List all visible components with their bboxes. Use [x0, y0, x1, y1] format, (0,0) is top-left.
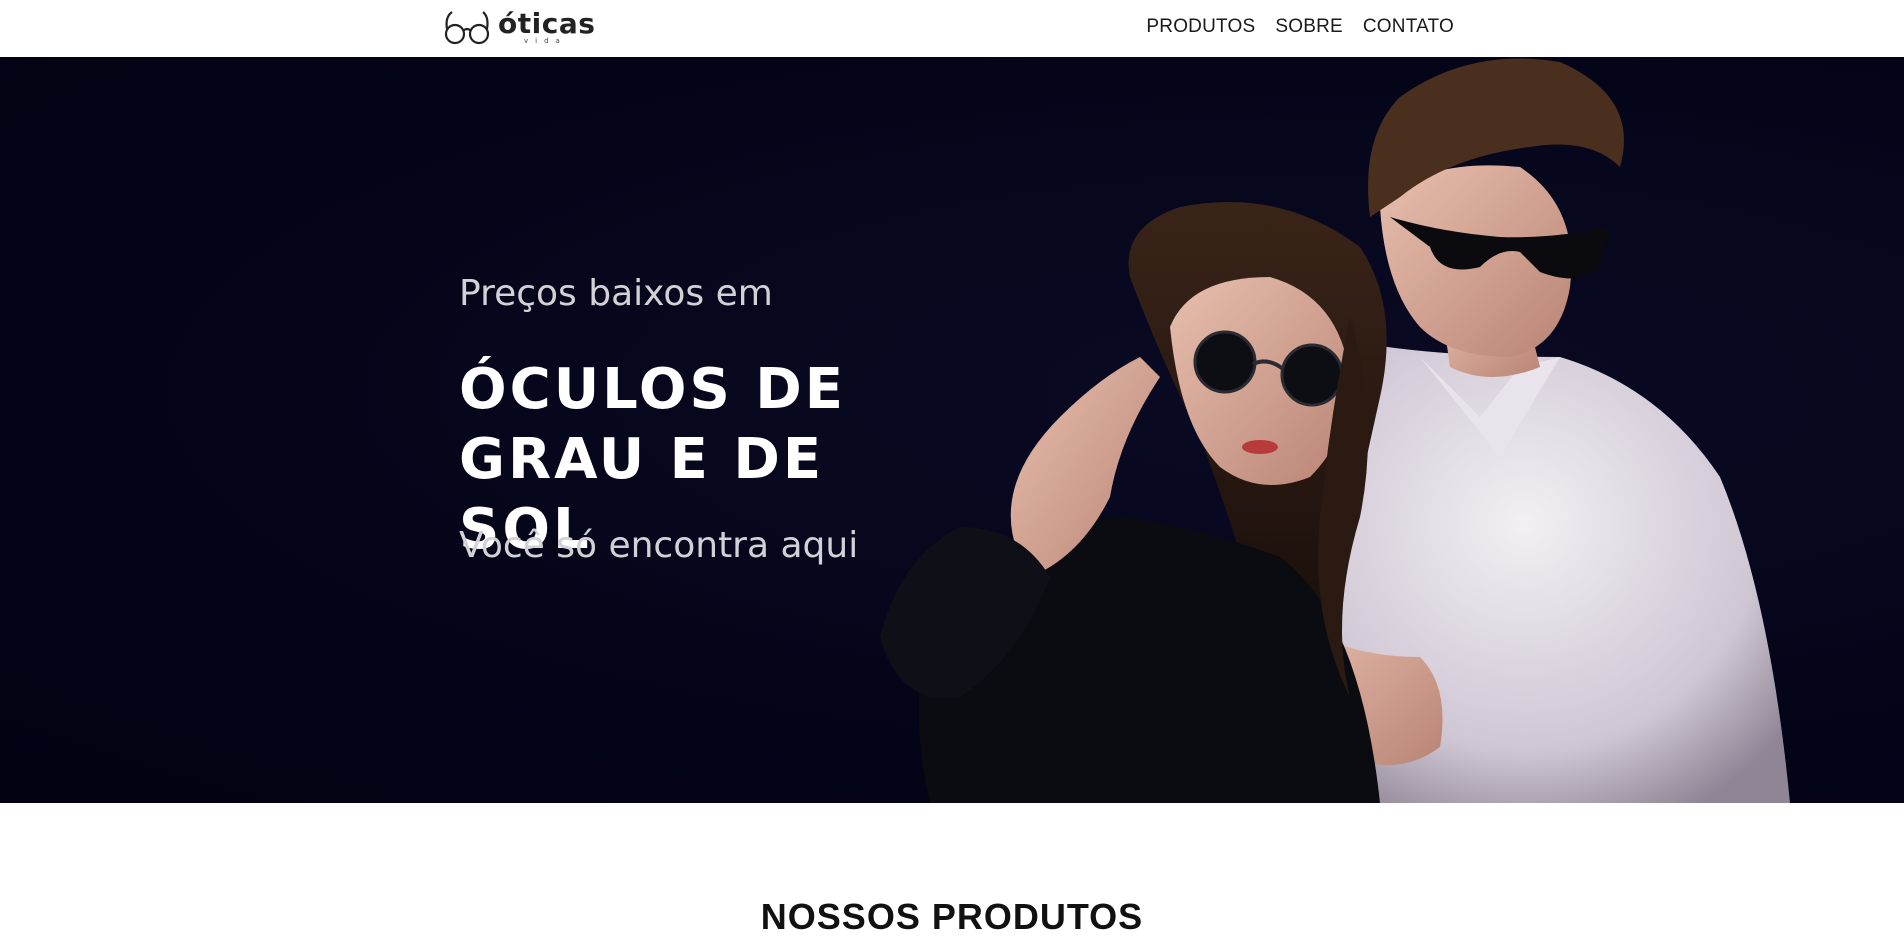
site-header: óticas vida PRODUTOS SOBRE CONTATO: [0, 0, 1904, 57]
nav-link-produtos[interactable]: PRODUTOS: [1146, 16, 1255, 38]
products-section-title: NOSSOS PRODUTOS: [760, 896, 1144, 937]
nav-link-contato[interactable]: CONTATO: [1363, 16, 1454, 38]
logo-wordmark: óticas: [498, 7, 596, 40]
hero-banner: Preços baixos em ÓCULOS DE GRAU E DE SOL…: [0, 57, 1904, 803]
hero-subtitle: Você só encontra aqui: [459, 525, 859, 566]
hero-pretitle: Preços baixos em: [459, 273, 773, 314]
logo[interactable]: óticas vida: [443, 9, 595, 47]
glasses-logo-icon: [444, 11, 490, 45]
nav-link-sobre[interactable]: SOBRE: [1275, 16, 1343, 38]
main-nav: PRODUTOS SOBRE CONTATO: [1146, 16, 1454, 38]
